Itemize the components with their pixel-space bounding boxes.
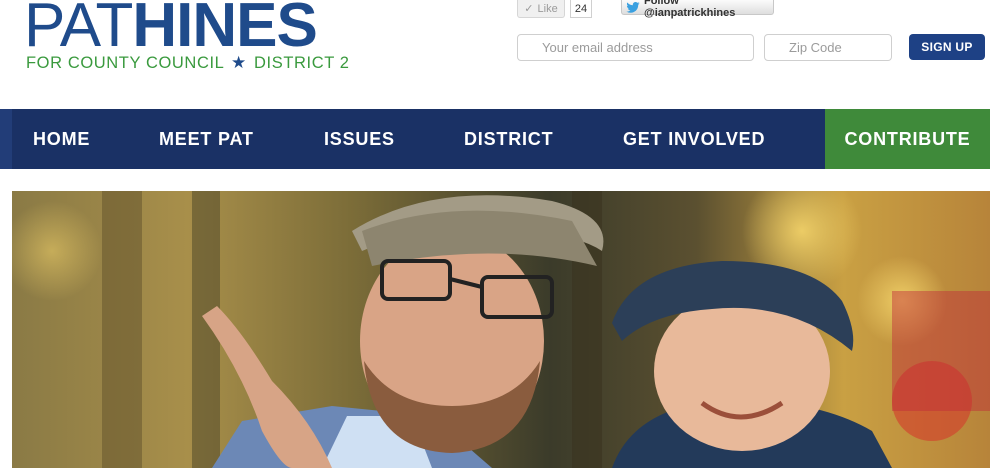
main-nav: HOME MEET PAT ISSUES DISTRICT GET INVOLV… [0, 109, 990, 169]
zip-code-field[interactable] [764, 34, 892, 61]
hero-illustration [12, 191, 990, 468]
facebook-like-button[interactable]: ✓ Like [517, 0, 565, 18]
twitter-follow-button[interactable]: Follow @ianpatrickhines [621, 0, 774, 19]
tagline-right: DISTRICT 2 [254, 54, 350, 72]
logo-last-name: HINES [132, 0, 317, 60]
nav-item-meet-pat[interactable]: MEET PAT [159, 109, 254, 169]
nav-edge-accent [0, 109, 12, 169]
hero-photo [12, 191, 990, 468]
like-label: Like [537, 2, 558, 15]
twitter-bird-icon [626, 1, 640, 13]
nav-item-get-involved[interactable]: GET INVOLVED [623, 109, 765, 169]
follow-label: Follow @ianpatrickhines [643, 0, 736, 19]
logo-first-name: PAT [24, 0, 133, 60]
logo-tagline: FOR COUNTY COUNCIL ★ DISTRICT 2 [26, 53, 350, 73]
like-count: 24 [570, 0, 592, 18]
star-icon: ★ [231, 53, 247, 72]
nav-item-district[interactable]: DISTRICT [464, 109, 553, 169]
email-field[interactable] [517, 34, 754, 61]
nav-item-contribute[interactable]: CONTRIBUTE [825, 109, 990, 169]
tagline-left: FOR COUNTY COUNCIL [26, 54, 224, 72]
sign-up-button[interactable]: SIGN UP [909, 34, 985, 60]
checkmark-icon: ✓ [524, 3, 534, 15]
nav-item-home[interactable]: HOME [33, 109, 90, 169]
logo-wordmark: PATHINES [24, 0, 318, 61]
nav-item-issues[interactable]: ISSUES [324, 109, 395, 169]
